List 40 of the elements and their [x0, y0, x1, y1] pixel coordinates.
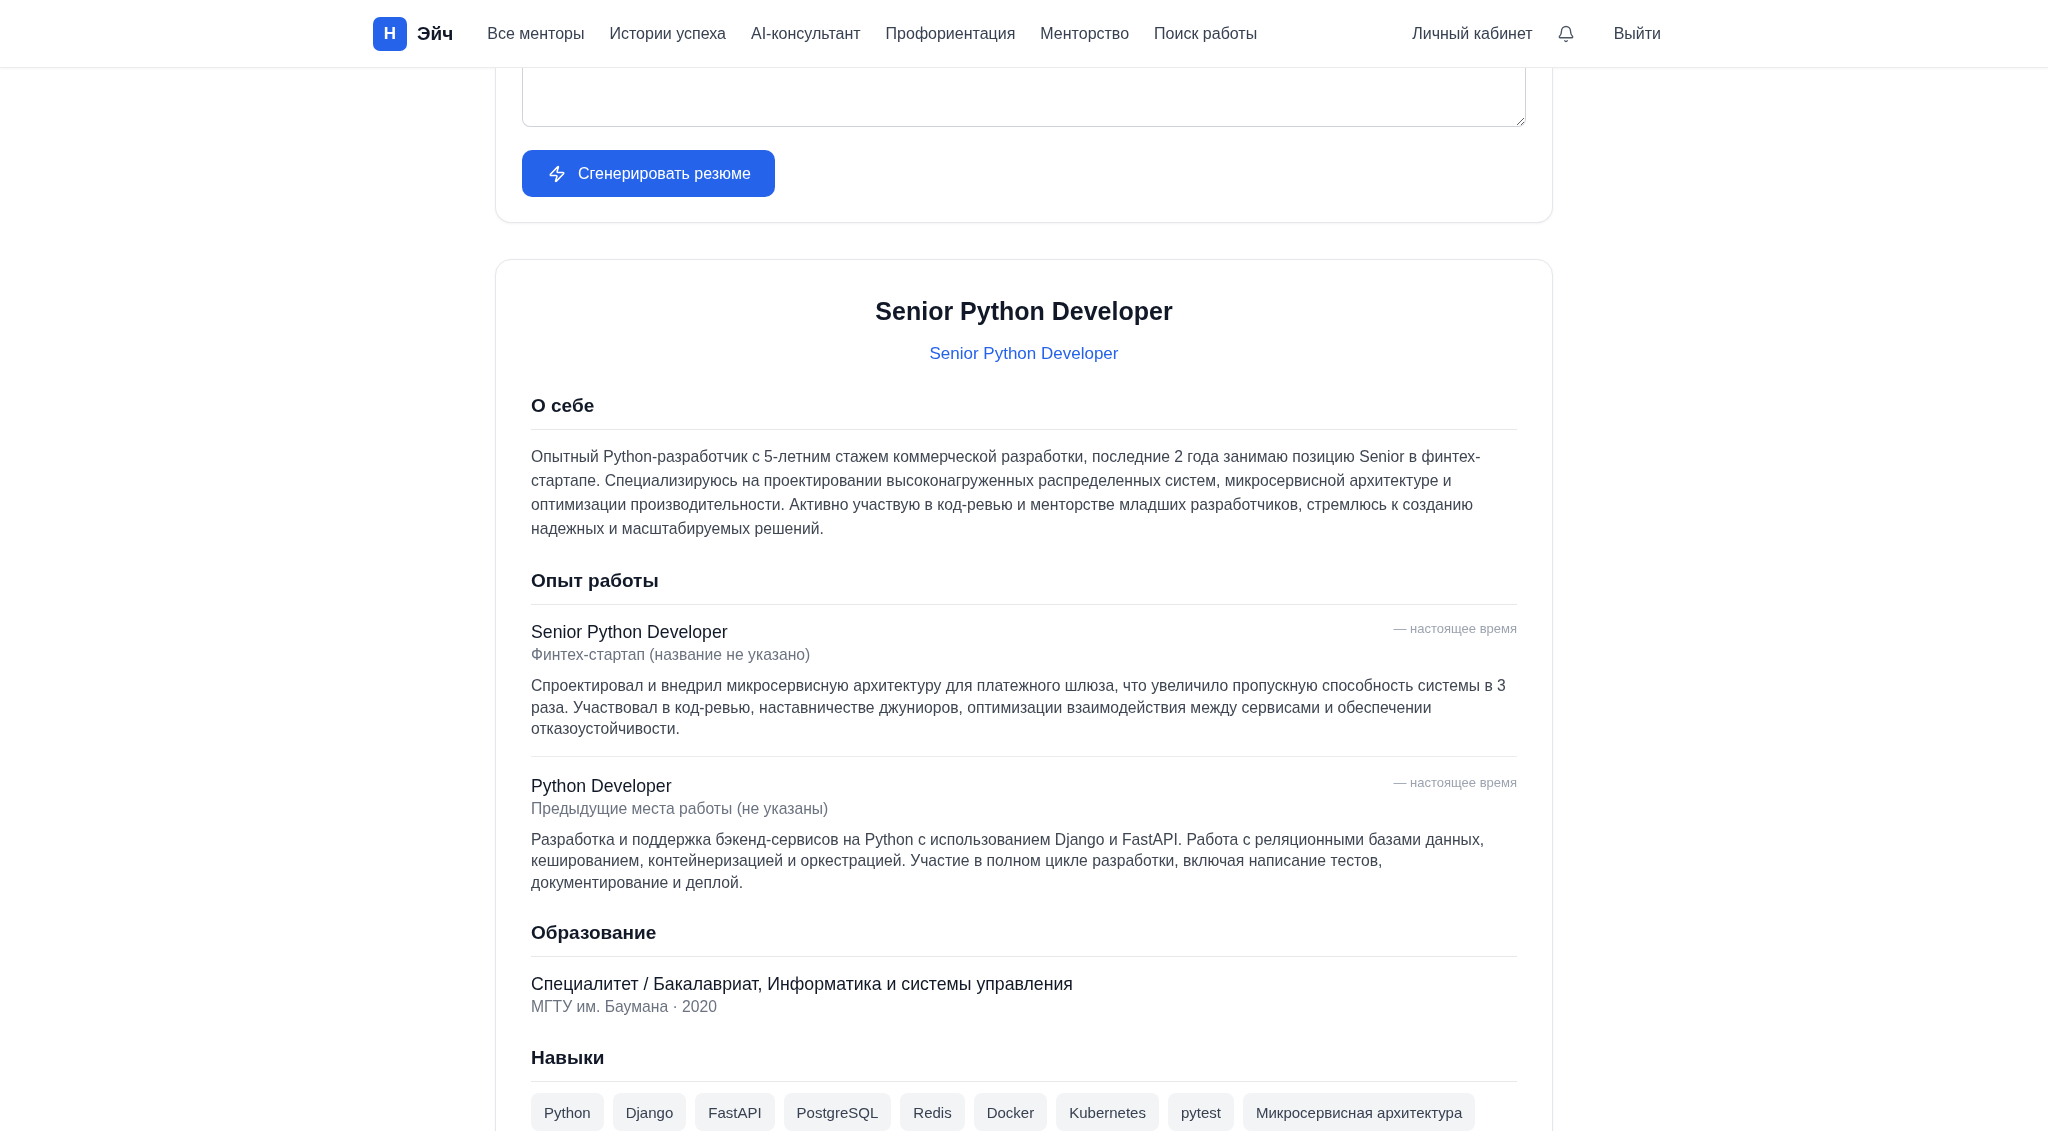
- company-name: Предыдущие места работы (не указаны): [531, 798, 830, 819]
- generate-resume-button[interactable]: Сгенерировать резюме: [522, 150, 775, 197]
- section-heading: О себе: [531, 393, 1517, 430]
- lightning-icon: [548, 164, 566, 183]
- nav-link[interactable]: Профориентация: [885, 24, 1016, 43]
- job-description: Спроектировал и внедрил микросервисную архитектуру для платежного шлюза, что увеличило пропускную способность системы в 3 раза. Участвовал в код-ревью, наставничестве джуниоров, оптимизации взаимодействия между сервисами и обеспечении отказоустойчивости.: [531, 676, 1507, 739]
- skill-tag: Docker: [973, 1093, 1048, 1131]
- resume-title: Senior Python Developer: [875, 296, 1173, 326]
- logout-button[interactable]: Выйти: [1599, 18, 1675, 49]
- section-heading: Образование: [531, 920, 1517, 957]
- skill-tag: Django: [612, 1093, 687, 1131]
- job-title: Python Developer: [531, 774, 672, 798]
- skill-tag: Kubernetes: [1056, 1093, 1159, 1131]
- job-title: Senior Python Developer: [531, 621, 728, 644]
- skill-tag: PostgreSQL: [783, 1093, 892, 1131]
- bell-icon: [1556, 24, 1575, 43]
- degree-title: Специалитет / Бакалавриат, Информатика и системы управления: [531, 973, 1074, 996]
- job-period: — настоящее время: [1393, 773, 1517, 792]
- about-text: Опытный Python-разработчик с 5-летним стажем коммерческой разработки, последние 2 года занимаю позицию Senior в финтех-стартапе. Специализируюсь на проектировании высоконагруженных распределенных систем, микросервисной архитектуре и оптимизации производительности. Активно участвую в код-ревью и менторстве младших разработчиков, стремлюсь к созданию надежных и масштабируемых решений.: [531, 447, 1482, 539]
- section-heading: Опыт работы: [531, 568, 1517, 605]
- text-area-field[interactable]: [522, 68, 1526, 127]
- skill-tag: Python: [531, 1093, 604, 1131]
- job-description: Разработка и поддержка бэкенд-сервисов на Python с использованием Django и FastAPI. Работа с реляционными базами данных, кешированием, контейнеризацией и оркестрацией. Участие в полном цикле разработки, включая написание тестов, документирование и деплой.: [531, 829, 1486, 893]
- skill-tag: Redis: [900, 1093, 965, 1131]
- brand-name: Эйч: [417, 22, 454, 45]
- nav-link[interactable]: Истории успеха: [609, 24, 726, 43]
- job-period: — настоящее время: [1393, 620, 1517, 638]
- nav-link[interactable]: Все менторы: [487, 24, 585, 43]
- nav-link[interactable]: AI-консультант: [750, 24, 861, 43]
- section-heading: Навыки: [531, 1045, 1517, 1082]
- skill-tag: Микросервисная архитектура: [1242, 1093, 1476, 1131]
- logo-mark: H: [373, 16, 407, 51]
- account-link[interactable]: Личный кабинет: [1412, 24, 1533, 43]
- nav-link[interactable]: Поиск работы: [1154, 24, 1258, 43]
- nav-link[interactable]: Менторство: [1040, 24, 1130, 43]
- education-details: МГТУ им. Баумана · 2020: [531, 997, 718, 1017]
- resume-subtitle: Senior Python Developer: [929, 343, 1119, 365]
- skill-tag: pytest: [1167, 1093, 1234, 1131]
- skill-tag: FastAPI: [695, 1093, 775, 1131]
- company-name: Финтех-стартап (название не указано): [531, 645, 812, 665]
